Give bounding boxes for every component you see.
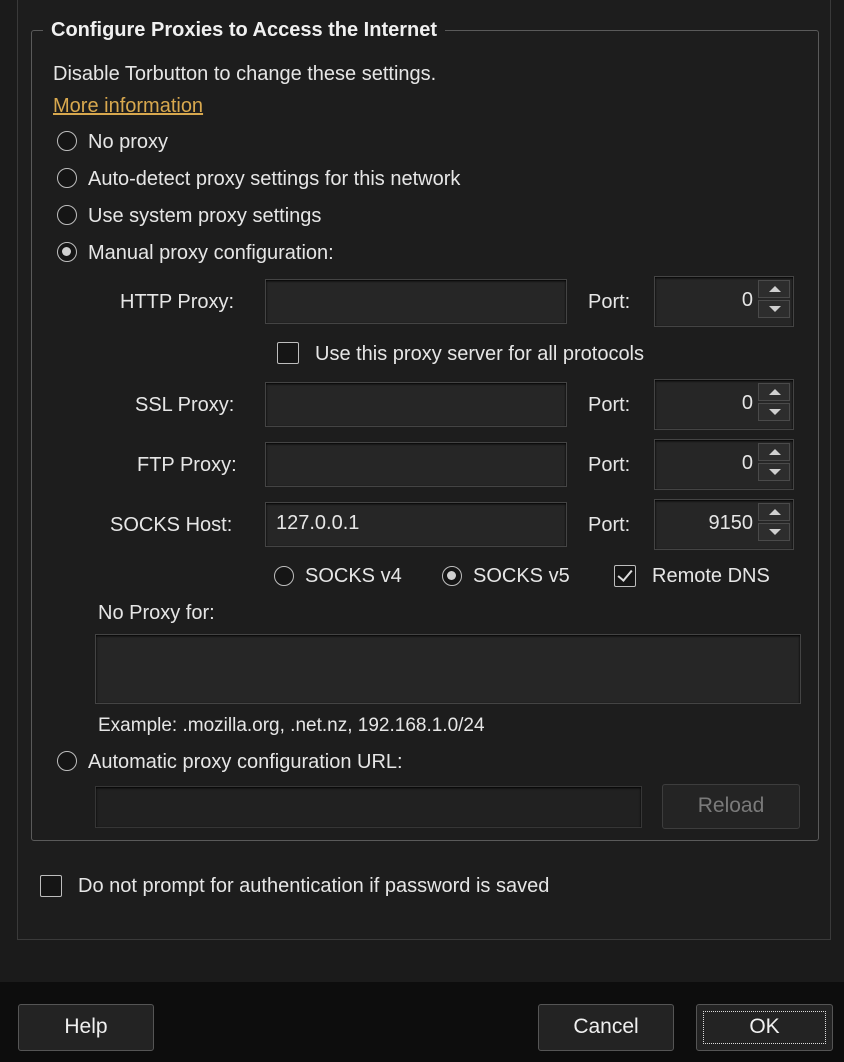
group-legend: Configure Proxies to Access the Internet xyxy=(43,17,446,43)
increment-icon[interactable] xyxy=(758,443,790,461)
help-button[interactable]: Help xyxy=(18,1004,154,1051)
share-all-checkbox[interactable] xyxy=(277,342,299,364)
ssl-port-value: 0 xyxy=(741,392,753,414)
socks-host-input[interactable]: 127.0.0.1 xyxy=(265,502,567,547)
increment-icon[interactable] xyxy=(758,383,790,401)
socks-host-label: SOCKS Host: xyxy=(110,514,233,536)
auto-config-radio[interactable] xyxy=(57,751,77,771)
increment-icon[interactable] xyxy=(758,280,790,298)
socks-port-value: 9150 xyxy=(708,512,754,534)
decrement-icon[interactable] xyxy=(758,463,790,481)
ftp-port-stepper[interactable]: 0 xyxy=(654,439,794,490)
ftp-port-label: Port: xyxy=(588,454,631,476)
decrement-icon[interactable] xyxy=(758,300,790,318)
remote-dns-label[interactable]: Remote DNS xyxy=(652,564,770,588)
no-proxy-for-textarea[interactable] xyxy=(95,634,801,704)
no-auth-prompt-checkbox[interactable] xyxy=(40,875,62,897)
socks-v4-label[interactable]: SOCKS v4 xyxy=(305,564,402,588)
decrement-icon[interactable] xyxy=(758,523,790,541)
ssl-port-stepper[interactable]: 0 xyxy=(654,379,794,430)
increment-icon[interactable] xyxy=(758,503,790,521)
no-auth-prompt-label[interactable]: Do not prompt for authentication if pass… xyxy=(78,874,549,898)
cancel-button[interactable]: Cancel xyxy=(538,1004,674,1051)
socks-port-label: Port: xyxy=(588,514,631,536)
ssl-proxy-input[interactable] xyxy=(265,382,567,427)
no-proxy-label[interactable]: No proxy xyxy=(88,130,168,154)
ok-button[interactable]: OK xyxy=(696,1004,833,1051)
socks-v4-radio[interactable] xyxy=(274,566,294,586)
http-port-value: 0 xyxy=(741,289,753,311)
socks-v5-radio[interactable] xyxy=(442,566,462,586)
decrement-icon[interactable] xyxy=(758,403,790,421)
auto-detect-label[interactable]: Auto-detect proxy settings for this netw… xyxy=(88,167,460,191)
ftp-proxy-label: FTP Proxy: xyxy=(137,454,237,476)
reload-button[interactable]: Reload xyxy=(662,784,800,829)
ftp-proxy-input[interactable] xyxy=(265,442,567,487)
http-port-stepper[interactable]: 0 xyxy=(654,276,794,327)
info-text: Disable Torbutton to change these settin… xyxy=(53,63,437,85)
auto-config-label[interactable]: Automatic proxy configuration URL: xyxy=(88,750,403,774)
system-proxy-label[interactable]: Use system proxy settings xyxy=(88,204,321,228)
ssl-proxy-label: SSL Proxy: xyxy=(135,394,235,416)
http-port-label: Port: xyxy=(588,291,631,313)
ftp-port-value: 0 xyxy=(741,452,753,474)
ssl-port-label: Port: xyxy=(588,394,631,416)
no-proxy-for-label: No Proxy for: xyxy=(98,602,215,624)
remote-dns-checkbox[interactable] xyxy=(614,565,636,587)
share-all-label[interactable]: Use this proxy server for all protocols xyxy=(315,342,644,366)
no-proxy-example: Example: .mozilla.org, .net.nz, 192.168.… xyxy=(98,715,485,736)
http-proxy-label: HTTP Proxy: xyxy=(120,291,235,313)
more-information-link[interactable]: More information xyxy=(53,94,203,118)
socks-v5-label[interactable]: SOCKS v5 xyxy=(473,564,570,588)
manual-proxy-label[interactable]: Manual proxy configuration: xyxy=(88,241,334,265)
http-proxy-input[interactable] xyxy=(265,279,567,324)
socks-port-stepper[interactable]: 9150 xyxy=(654,499,794,550)
manual-proxy-radio[interactable] xyxy=(57,242,77,262)
auto-config-url-input[interactable] xyxy=(95,786,642,828)
system-proxy-radio[interactable] xyxy=(57,205,77,225)
no-proxy-radio[interactable] xyxy=(57,131,77,151)
ok-button-label: OK xyxy=(749,1015,780,1038)
auto-detect-radio[interactable] xyxy=(57,168,77,188)
